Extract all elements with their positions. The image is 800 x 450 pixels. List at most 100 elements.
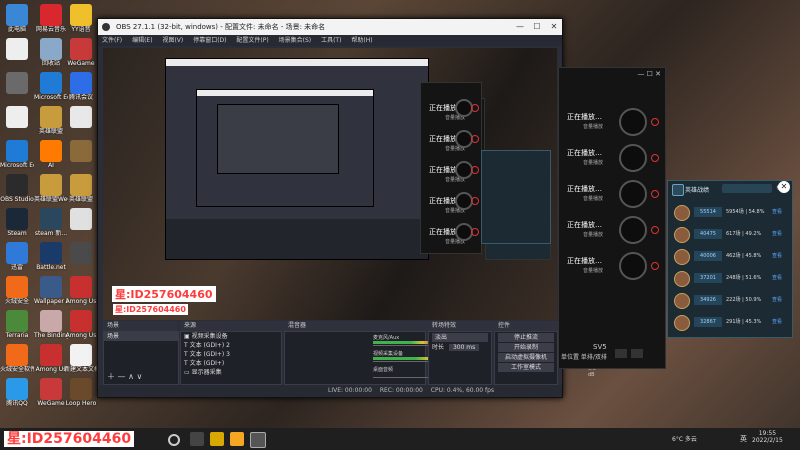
menu-file[interactable]: 文件(F) — [102, 37, 122, 44]
ime-indicator[interactable]: 英 — [740, 434, 747, 444]
record-dot-icon[interactable] — [651, 226, 659, 234]
volume-knob[interactable] — [619, 144, 647, 172]
desktop-icon[interactable]: Microsoft Edge — [0, 140, 34, 169]
record-dot-icon[interactable] — [651, 190, 659, 198]
volume-knob[interactable] — [619, 180, 647, 208]
search-icon[interactable] — [168, 434, 180, 446]
maximize-button[interactable]: ☐ — [529, 19, 545, 35]
desktop-icon[interactable]: Steam — [0, 208, 34, 237]
task-view-icon[interactable] — [190, 432, 204, 446]
volume-knob[interactable] — [619, 108, 647, 136]
menu-docks[interactable]: 停靠窗口(D) — [193, 37, 226, 44]
monitor-icon: ▭ — [184, 369, 192, 376]
view-link[interactable]: 查看 — [772, 295, 782, 305]
record-dot-icon[interactable] — [471, 135, 479, 143]
studio-mode-button[interactable]: 工作室模式 — [498, 363, 554, 372]
close-icon[interactable]: ✕ — [778, 181, 790, 193]
desktop-icon[interactable] — [0, 38, 34, 60]
menu-scene-collection[interactable]: 场景集合(S) — [279, 37, 312, 44]
view-link[interactable]: 查看 — [772, 317, 782, 327]
desktop-icon[interactable]: YY语音 — [64, 4, 98, 33]
menu-profile[interactable]: 配置文件(P) — [236, 37, 268, 44]
start-recording-button[interactable]: 开始录制 — [498, 343, 554, 352]
desktop-icon[interactable]: 火绒安全 — [0, 276, 34, 305]
source-item[interactable]: T 文本 (GDI+) 3 — [181, 350, 281, 359]
transition-select[interactable]: 淡出 — [432, 333, 488, 342]
desktop-icon[interactable]: Among Us — [64, 276, 98, 305]
desktop-icon[interactable] — [0, 106, 34, 128]
desktop-icon[interactable]: WeGame — [34, 378, 68, 407]
source-item[interactable]: ▭ 显示器采集 — [181, 368, 281, 377]
menu-tools[interactable]: 工具(T) — [321, 37, 341, 44]
file-explorer-icon[interactable] — [210, 432, 224, 446]
desktop-icon[interactable]: OBS Studio — [0, 174, 34, 203]
desktop-icon[interactable] — [0, 72, 34, 94]
desktop-icon[interactable]: Loop Hero — [64, 378, 98, 407]
record-dot-icon[interactable] — [471, 104, 479, 112]
desktop-icon[interactable] — [64, 140, 98, 162]
source-item[interactable]: T 文本 (GDI+) — [181, 359, 281, 368]
desktop-icon[interactable]: Among Us — [34, 344, 68, 373]
panel-button[interactable] — [615, 349, 627, 358]
scenes-dock-title: 场景 — [103, 321, 177, 331]
desktop-icon[interactable]: 腾讯会议 — [64, 72, 98, 101]
desktop-icon-label: 迅雷 — [10, 264, 23, 271]
app-icon[interactable] — [230, 432, 244, 446]
virtual-camera-button[interactable]: 启动虚拟摄像机 — [498, 353, 554, 362]
scene-toolbar[interactable]: ＋ — ∧ ∨ — [107, 371, 142, 382]
desktop-icon[interactable]: 网易云音乐 — [34, 4, 68, 33]
volume-knob[interactable] — [619, 216, 647, 244]
desktop-icon[interactable]: The Binding of Isaac — [34, 310, 68, 339]
close-button[interactable]: ✕ — [546, 19, 562, 35]
source-item[interactable]: T 文本 (GDI+) 2 — [181, 341, 281, 350]
desktop-icon[interactable]: 此电脑 — [0, 4, 34, 33]
scene-item[interactable]: 场景 — [104, 332, 178, 341]
desktop-icon[interactable]: WeGame — [64, 38, 98, 67]
menu-edit[interactable]: 编辑(E) — [132, 37, 152, 44]
desktop-icon[interactable]: 新建文本文档 (2) — [64, 344, 98, 373]
desktop-icon[interactable]: 迅雷 — [0, 242, 34, 271]
audio-panel-window-controls[interactable]: — ☐ ✕ — [637, 70, 661, 78]
champion-avatar — [674, 293, 690, 309]
menu-help[interactable]: 帮助(H) — [351, 37, 372, 44]
desktop-icon[interactable]: 回收站 — [34, 38, 68, 67]
record-dot-icon[interactable] — [651, 118, 659, 126]
record-dot-icon[interactable] — [651, 154, 659, 162]
clock[interactable]: 19:55 2022/2/15 — [752, 430, 783, 444]
panel-button[interactable] — [631, 349, 643, 358]
record-dot-icon[interactable] — [471, 228, 479, 236]
menu-view[interactable]: 视图(V) — [162, 37, 183, 44]
desktop-icon[interactable]: Among Us — [64, 310, 98, 339]
volume-knob[interactable] — [619, 252, 647, 280]
desktop-icon[interactable]: Microsoft Edge — [34, 72, 68, 101]
desktop-icon[interactable] — [64, 242, 98, 264]
desktop-icon-label: OBS Studio — [0, 196, 34, 203]
duration-input[interactable]: 300 ms — [448, 344, 480, 351]
source-item[interactable]: ▣ 视频采集设备 — [181, 332, 281, 341]
view-link[interactable]: 查看 — [772, 207, 782, 217]
desktop-icon[interactable]: 腾讯QQ — [0, 378, 34, 407]
view-link[interactable]: 查看 — [772, 251, 782, 261]
desktop-icon[interactable]: Wallpaper Engine — [34, 276, 68, 305]
desktop-icon[interactable]: steam 新... — [34, 208, 68, 237]
record-dot-icon[interactable] — [651, 262, 659, 270]
record-dot-icon[interactable] — [471, 166, 479, 174]
desktop-icon[interactable]: 火绒安全软件 — [0, 344, 34, 373]
desktop-icon[interactable]: 英雄联盟 — [64, 174, 98, 203]
desktop-icon[interactable]: 英雄联盟WeGame — [34, 174, 68, 203]
ranking-search-input[interactable] — [722, 184, 772, 193]
record-dot-icon[interactable] — [471, 197, 479, 205]
obs-taskbar-icon[interactable] — [250, 432, 266, 448]
desktop-icon[interactable]: Terraria — [0, 310, 34, 339]
view-link[interactable]: 查看 — [772, 273, 782, 283]
view-link[interactable]: 查看 — [772, 229, 782, 239]
audio-row: 正在播放… 音量播放 — [559, 178, 665, 212]
weather-label[interactable]: 6°C 多云 — [672, 434, 697, 443]
stop-stream-button[interactable]: 停止推流 — [498, 333, 554, 342]
desktop-icon[interactable] — [64, 106, 98, 128]
desktop-icon[interactable]: AI — [34, 140, 68, 169]
desktop-icon[interactable] — [64, 208, 98, 230]
minimize-button[interactable]: — — [512, 19, 528, 35]
desktop-icon[interactable]: 英雄联盟 — [34, 106, 68, 135]
desktop-icon[interactable]: Battle.net — [34, 242, 68, 271]
